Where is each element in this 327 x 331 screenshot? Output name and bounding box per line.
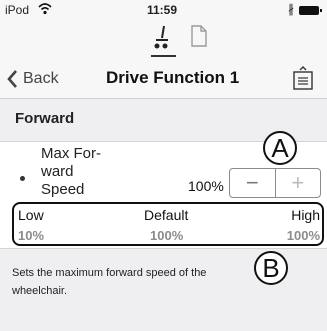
high-value: 100%	[286, 228, 320, 243]
navigation-bar: Back Drive Function 1	[0, 60, 327, 99]
selected-tab-indicator	[151, 55, 176, 57]
tab-strip	[0, 20, 327, 60]
wheelchair-tilt-icon[interactable]	[151, 24, 173, 50]
bullet-icon	[20, 176, 25, 181]
default-label: Default	[144, 207, 189, 223]
setting-name: Max For- ward Speed	[41, 145, 121, 199]
setting-name-line: Max For-	[41, 145, 101, 162]
back-button[interactable]: Back	[6, 66, 59, 92]
high-label: High	[291, 207, 320, 223]
default-value: 100%	[150, 228, 184, 243]
wifi-icon	[38, 3, 52, 15]
share-icon[interactable]	[291, 65, 315, 91]
setting-name-line: Speed	[41, 181, 85, 198]
page-title: Drive Function 1	[106, 68, 240, 87]
range-summary: Low Default High 10% 100% 100%	[12, 202, 324, 246]
speed-stepper: − +	[229, 168, 321, 198]
callout-b-marker: B	[254, 251, 288, 285]
description-text: Sets the maximum forward speed of the wh…	[12, 267, 207, 297]
section-title: Forward	[15, 110, 75, 127]
decrement-button[interactable]: −	[230, 169, 276, 197]
status-time: 11:59	[147, 3, 178, 17]
setting-name-line: ward	[41, 163, 74, 180]
increment-button[interactable]: +	[276, 169, 321, 197]
callout-a-marker: A	[263, 131, 297, 165]
battery-icon	[299, 6, 322, 15]
bluetooth-icon: ∦	[288, 2, 294, 16]
low-value: 10%	[18, 228, 45, 243]
status-bar: iPod 11:59 ∦	[0, 0, 327, 20]
carrier-label: iPod	[5, 3, 30, 17]
back-label: Back	[23, 70, 59, 87]
chevron-left-icon	[7, 70, 17, 88]
setting-value: 100%	[188, 178, 224, 194]
document-icon[interactable]	[190, 24, 208, 48]
low-label: Low	[18, 207, 44, 223]
